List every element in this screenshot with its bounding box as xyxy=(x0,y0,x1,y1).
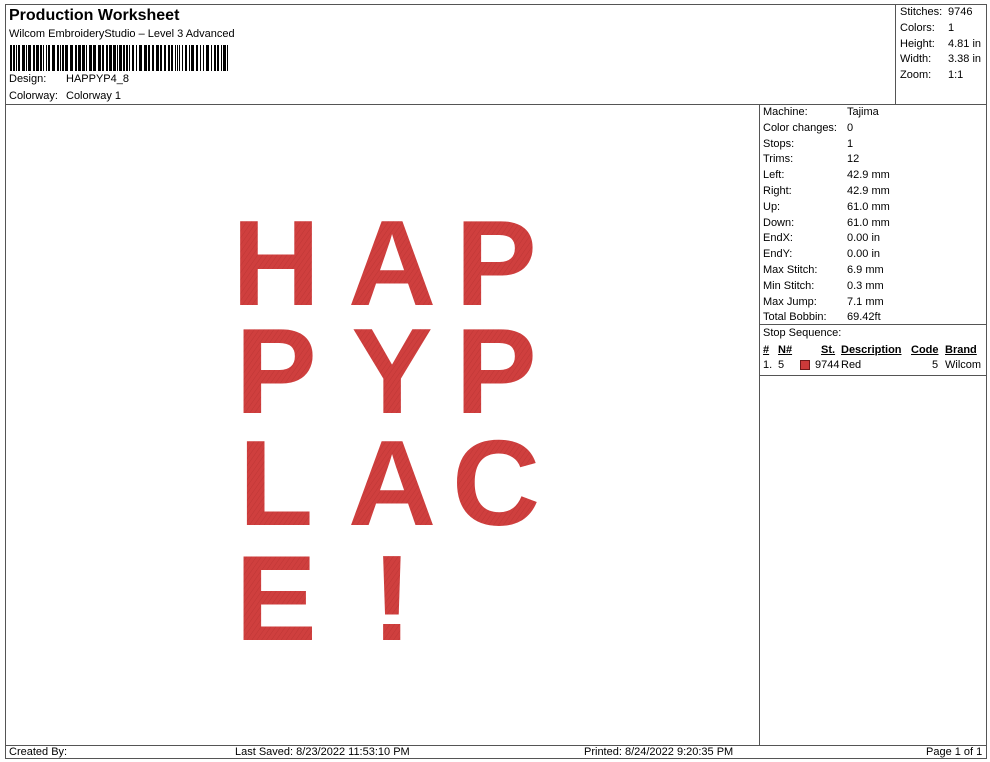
machine-value: 12 xyxy=(847,153,860,166)
design-label: Design: xyxy=(9,73,47,85)
machine-row: Up: 61.0 mm xyxy=(763,201,890,213)
machine-value: 7.1 mm xyxy=(847,295,884,308)
stop-brand: Wilcom xyxy=(945,359,982,371)
machine-label: Trims: xyxy=(763,153,794,166)
stop-code: 5 xyxy=(932,359,939,371)
machine-row: Total Bobbin: 69.42ft xyxy=(763,311,881,323)
machine-row: Down: 61.0 mm xyxy=(763,217,890,229)
machine-value: 61.0 mm xyxy=(847,200,890,213)
machine-row: Left: 42.9 mm xyxy=(763,169,890,181)
stat-height: Height: 4.81 in xyxy=(900,38,982,50)
machine-value: 42.9 mm xyxy=(847,185,890,197)
stat-zoom: Zoom: 1:1 xyxy=(900,69,964,81)
design-stats: Stitches: 9746 Colors: 1 Height: 4.81 in Wi… xyxy=(895,5,987,105)
created-by: Created By: xyxy=(9,746,68,758)
machine-label: Stops: xyxy=(763,137,795,150)
machine-row: EndX: 0.00 in xyxy=(763,232,880,244)
machine-row: EndY: 0.00 in xyxy=(763,248,880,260)
machine-value: 69.42ft xyxy=(847,311,881,324)
col-description: Description xyxy=(841,344,902,356)
machine-row: Stops: 1 xyxy=(763,138,853,150)
machine-row: Trims: 12 xyxy=(763,153,859,165)
divider xyxy=(760,375,987,376)
machine-label: Down: xyxy=(763,216,795,229)
stop-needle: 5 xyxy=(778,359,785,371)
colorway-row: Colorway: Colorway 1 xyxy=(9,90,121,102)
embroidery-design: H A PP Y PL A CE! xyxy=(232,195,540,666)
thread-color-swatch xyxy=(800,360,810,370)
last-saved: Last Saved: 8/23/2022 11:53:10 PM xyxy=(235,746,410,758)
machine-label: Up: xyxy=(763,200,781,213)
machine-row: Max Jump: 7.1 mm xyxy=(763,296,884,308)
machine-info-panel: Machine: Tajima Color changes: 0 Stops: 1 Trim… xyxy=(760,105,987,745)
col-code: Code xyxy=(911,344,939,356)
stat-stitches: Stitches: 9746 xyxy=(900,6,973,18)
stop-num: 1. xyxy=(763,359,773,371)
machine-row: Max Stitch: 6.9 mm xyxy=(763,264,884,276)
barcode xyxy=(10,45,228,71)
worksheet-header: Production Worksheet Wilcom EmbroiderySt… xyxy=(6,5,896,105)
stat-colors: Colors: 1 xyxy=(900,22,955,34)
design-letter: C xyxy=(452,415,540,551)
col-stitches: St. xyxy=(821,344,836,356)
machine-value: 0 xyxy=(847,121,854,134)
machine-value: 0.00 in xyxy=(847,232,881,245)
design-letter: E xyxy=(235,530,316,666)
software-name: Wilcom EmbroideryStudio – Level 3 Advanc… xyxy=(9,28,235,40)
design-row: Design: HAPPYP4_8 xyxy=(9,73,129,85)
machine-value: 0.00 in xyxy=(847,248,881,261)
machine-label: Max Jump: xyxy=(763,295,817,308)
machine-label: Total Bobbin: xyxy=(763,311,827,324)
machine-value: 42.9 mm xyxy=(847,169,890,182)
machine-label: Right: xyxy=(763,185,792,197)
stop-stitches: 9744 xyxy=(815,359,840,371)
machine-row: Color changes: 0 xyxy=(763,122,853,134)
machine-label: EndX: xyxy=(763,232,793,245)
page-number: Page 1 of 1 xyxy=(926,746,983,758)
stop-sequence-title: Stop Sequence: xyxy=(763,327,842,339)
machine-label: Min Stitch: xyxy=(763,279,815,292)
col-needle: N# xyxy=(778,344,793,356)
machine-row: Min Stitch: 0.3 mm xyxy=(763,280,884,292)
machine-label: EndY: xyxy=(763,248,793,261)
machine-value: 6.9 mm xyxy=(847,264,884,276)
machine-value: Tajima xyxy=(847,106,879,118)
stop-description: Red xyxy=(841,359,862,371)
machine-label: Color changes: xyxy=(763,121,837,134)
machine-row: Right: 42.9 mm xyxy=(763,185,890,197)
page-title: Production Worksheet xyxy=(9,7,180,24)
design-value: HAPPYP4_8 xyxy=(66,73,129,85)
design-preview: H A P P Y P L A C E! xyxy=(6,105,760,745)
machine-label: Left: xyxy=(763,169,785,182)
machine-label: Max Stitch: xyxy=(763,264,818,276)
machine-row: Machine: Tajima xyxy=(763,106,879,118)
stat-width: Width: 3.38 in xyxy=(900,53,982,65)
printed-date: Printed: 8/24/2022 9:20:35 PM xyxy=(584,746,734,758)
machine-value: 61.0 mm xyxy=(847,216,890,229)
design-letter: ! xyxy=(372,530,413,666)
stop-sequence-header: # N# St. Description Code Brand xyxy=(763,344,985,358)
machine-label: Machine: xyxy=(763,106,808,118)
machine-value: 1 xyxy=(847,137,854,150)
worksheet: Production Worksheet Wilcom EmbroiderySt… xyxy=(5,4,987,759)
worksheet-footer: Created By: Last Saved: 8/23/2022 11:53:… xyxy=(6,745,987,759)
divider xyxy=(760,324,987,325)
machine-value: 0.3 mm xyxy=(847,279,884,292)
col-num: # xyxy=(763,344,770,356)
colorway-label: Colorway: xyxy=(9,90,58,102)
col-brand: Brand xyxy=(945,344,977,356)
stop-sequence-row: 1. 5 9744 Red 5 Wilcom xyxy=(763,359,985,373)
colorway-value: Colorway 1 xyxy=(66,90,122,102)
